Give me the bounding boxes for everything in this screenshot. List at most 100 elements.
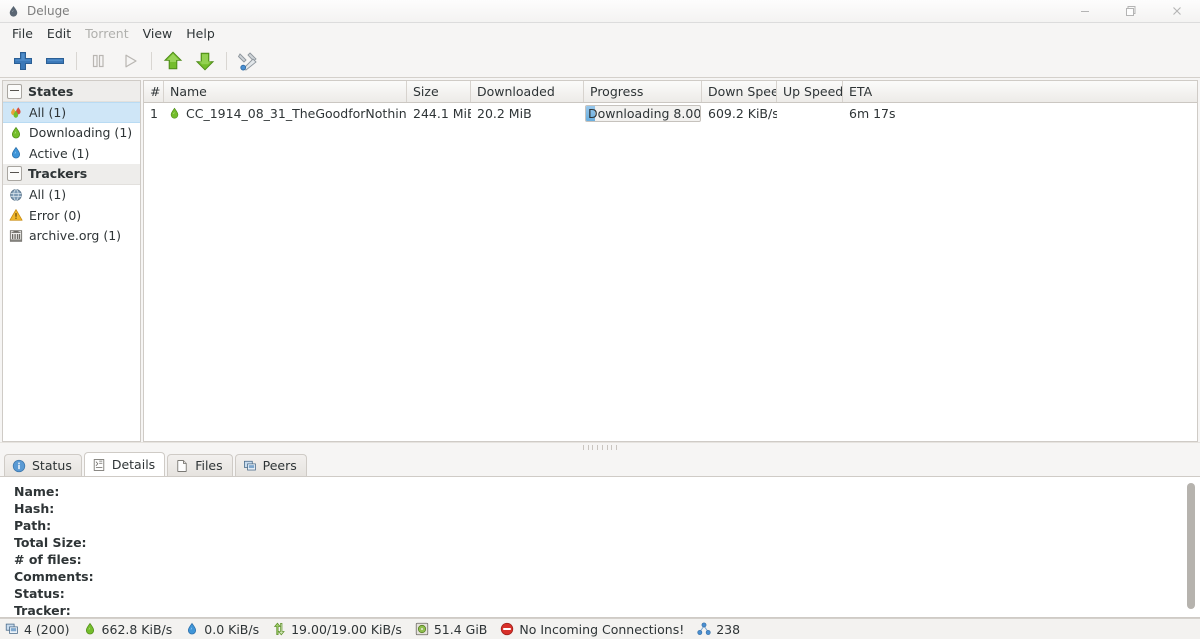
column-header-eta[interactable]: ETA [843, 81, 1197, 102]
detail-row-tracker: Tracker: [14, 602, 1200, 618]
peers-icon [243, 460, 256, 470]
blue-drop-icon [188, 622, 197, 635]
sidebar: States All (1) Downloading (1) Active (1… [2, 80, 141, 442]
status-download-speed-text: 662.8 KiB/s [101, 621, 173, 637]
progress-bar: Downloading 8.00% [585, 105, 701, 122]
status-connections[interactable]: 4 (200) [5, 622, 70, 637]
column-header-up-speed[interactable]: Up Speed [777, 81, 843, 102]
queue-up-button[interactable] [157, 47, 189, 75]
collapse-icon[interactable] [7, 166, 22, 181]
cell-up-speed [777, 103, 843, 124]
detail-row-hash: Hash: [14, 500, 1200, 517]
sidebar-item-error[interactable]: Error (0) [3, 205, 140, 226]
menu-view[interactable]: View [136, 24, 180, 44]
details-icon [93, 458, 105, 471]
green-drop-icon [11, 126, 21, 139]
sidebar-item-error-label: Error (0) [29, 207, 82, 223]
details-scrollbar[interactable] [1185, 481, 1197, 613]
status-upload-speed[interactable]: 0.0 KiB/s [185, 622, 259, 637]
sidebar-item-trackers-all[interactable]: All (1) [3, 185, 140, 206]
toolbar-separator-3 [226, 51, 227, 70]
disk-icon [415, 622, 429, 636]
close-button[interactable] [1154, 0, 1200, 23]
tab-peers[interactable]: Peers [234, 454, 307, 476]
add-torrent-button[interactable] [7, 47, 39, 75]
detail-row-path: Path: [14, 517, 1200, 534]
sidebar-item-downloading[interactable]: Downloading (1) [3, 123, 140, 144]
tab-details[interactable]: Details [83, 452, 166, 476]
arrow-up-icon [163, 50, 183, 69]
pause-button [82, 47, 114, 75]
column-header-name[interactable]: Name [164, 81, 407, 102]
status-free-space-text: 51.4 GiB [433, 621, 488, 637]
pane-splitter[interactable] [0, 442, 1200, 452]
sidebar-item-active[interactable]: Active (1) [3, 143, 140, 164]
status-dht-nodes[interactable]: 238 [697, 622, 740, 637]
detail-row-comments: Comments: [14, 568, 1200, 585]
queue-down-button[interactable] [189, 47, 221, 75]
collapse-icon[interactable] [7, 83, 22, 99]
status-download-speed[interactable]: 662.8 KiB/s [83, 621, 173, 637]
deluge-window: Deluge File Edit Torrent View Help State… [0, 0, 1200, 639]
sidebar-item-active-label: Active (1) [29, 145, 90, 161]
status-bar: 4 (200) 662.8 KiB/s 0.0 KiB/s 19.00/19.0… [0, 618, 1200, 639]
warning-icon [9, 209, 23, 221]
details-scrollbar-thumb[interactable] [1187, 483, 1195, 609]
detail-label-num-files: # of files: [14, 552, 82, 567]
cell-progress: Downloading 8.00% [584, 103, 702, 124]
column-header-down-speed[interactable]: Down Speed [702, 81, 777, 102]
detail-label-status: Status: [14, 586, 65, 601]
column-header-size[interactable]: Size [407, 81, 471, 102]
remove-torrent-button[interactable] [39, 47, 71, 75]
status-free-space[interactable]: 51.4 GiB [415, 621, 488, 637]
deluge-multi-drop-icon [11, 107, 21, 118]
status-upload-speed-text: 0.0 KiB/s [204, 621, 260, 637]
minimize-button[interactable] [1062, 0, 1108, 23]
toolbar-separator-2 [151, 51, 152, 70]
sidebar-item-states-all[interactable]: All (1) [3, 102, 140, 123]
dht-nodes-icon [697, 622, 711, 635]
column-header-progress[interactable]: Progress [584, 81, 702, 102]
splitter-grip-icon [583, 445, 617, 450]
sidebar-group-states[interactable]: States [3, 81, 140, 102]
details-field-list: Name: Hash: Path: Total Size: # of files… [0, 477, 1200, 618]
files-icon [177, 459, 187, 472]
column-header-downloaded[interactable]: Downloaded [471, 81, 584, 102]
status-incoming-connections[interactable]: No Incoming Connections! [500, 622, 684, 637]
deluge-drop-icon [9, 5, 18, 17]
status-incoming-connections-text: No Incoming Connections! [519, 621, 685, 637]
detail-label-comments: Comments: [14, 569, 94, 584]
cell-index: 1 [150, 106, 158, 121]
menu-help[interactable]: Help [179, 24, 222, 44]
tab-files[interactable]: Files [167, 454, 233, 476]
tools-icon [237, 51, 257, 71]
sidebar-group-trackers[interactable]: Trackers [3, 163, 140, 185]
tab-status[interactable]: Status [4, 454, 82, 476]
sidebar-item-archive-org-label: archive.org (1) [29, 228, 122, 244]
minus-icon [46, 57, 64, 64]
status-protocol-traffic[interactable]: 19.00/19.00 KiB/s [272, 622, 402, 637]
info-icon [12, 459, 26, 472]
column-header-index[interactable]: # [144, 81, 164, 102]
detail-label-tracker: Tracker: [14, 603, 71, 618]
no-entry-icon [501, 622, 514, 636]
close-icon [1173, 7, 1181, 15]
restore-icon [1126, 6, 1136, 16]
detail-tab-bar: Status Details Files Peers [0, 452, 1200, 477]
progress-bar-label: Downloading 8.00% [588, 106, 701, 121]
torrent-list-header: # Name Size Downloaded Progress Down Spe… [144, 81, 1197, 103]
sidebar-item-archive-org[interactable]: archive.org (1) [3, 226, 140, 247]
sidebar-item-states-all-label: All (1) [29, 104, 67, 120]
green-drop-icon [170, 107, 179, 119]
table-row[interactable]: 1 CC_1914_08_31_TheGoodforNothing 244.1 … [144, 103, 1197, 124]
menu-edit[interactable]: Edit [40, 24, 78, 44]
resume-button [114, 47, 146, 75]
cell-downloaded: 20.2 MiB [477, 106, 532, 121]
preferences-button[interactable] [232, 47, 264, 75]
sidebar-item-trackers-all-label: All (1) [29, 187, 67, 203]
plus-icon [14, 51, 32, 70]
status-dht-nodes-text: 238 [716, 621, 741, 637]
menu-file[interactable]: File [5, 24, 40, 44]
menu-bar: File Edit Torrent View Help [0, 23, 1200, 44]
maximize-button[interactable] [1108, 0, 1154, 23]
